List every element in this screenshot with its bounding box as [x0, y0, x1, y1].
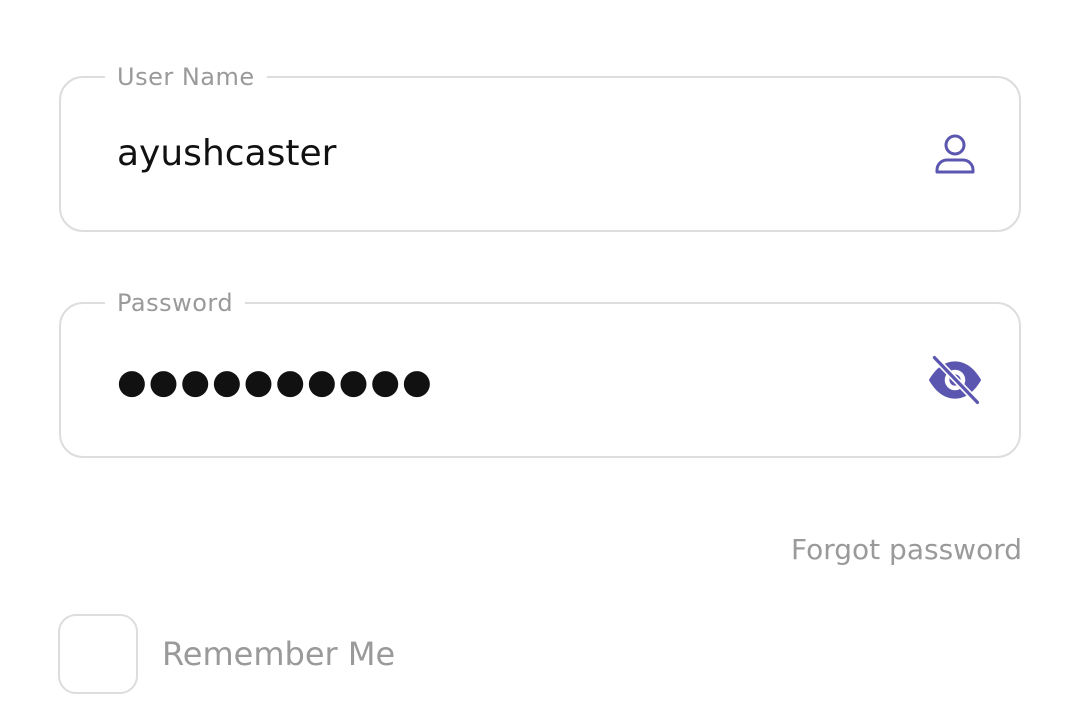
eye-off-icon[interactable] [927, 352, 983, 408]
password-label: Password [105, 290, 246, 316]
password-field[interactable]: Password ●●●●●●●●●● [59, 290, 1021, 458]
username-label: User Name [105, 64, 267, 90]
forgot-password-link[interactable]: Forgot password [791, 532, 1022, 568]
password-input[interactable]: ●●●●●●●●●● [117, 362, 434, 402]
remember-me-checkbox[interactable] [58, 614, 138, 694]
username-field[interactable]: User Name ayushcaster [59, 64, 1021, 232]
user-icon [927, 126, 983, 182]
username-input[interactable]: ayushcaster [117, 134, 336, 174]
remember-me-row[interactable]: Remember Me [58, 614, 395, 694]
remember-me-label: Remember Me [162, 635, 396, 673]
